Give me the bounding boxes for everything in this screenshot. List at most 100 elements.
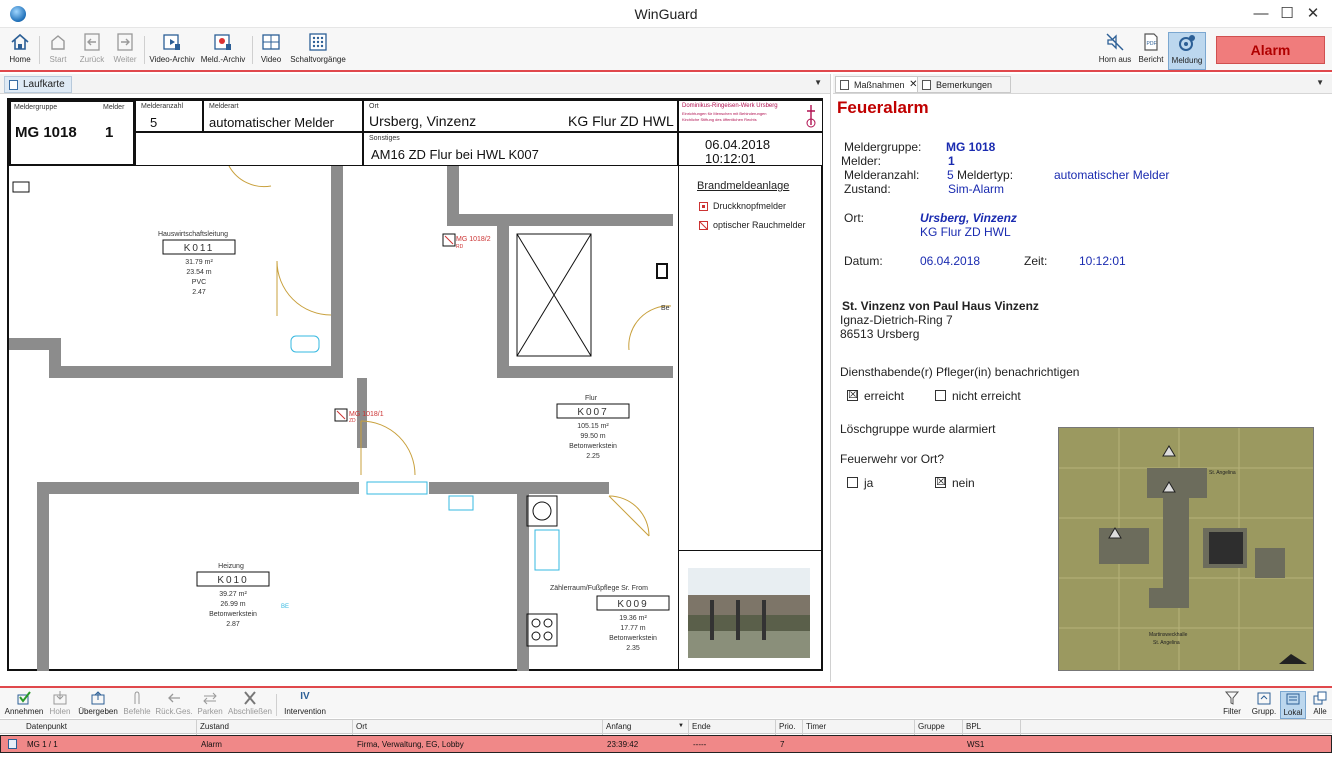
col-timer[interactable]: Timer xyxy=(806,722,826,731)
measures-panel: Maßnahmen ✕ Bemerkungen ▼ Feueralarm Mel… xyxy=(833,74,1332,682)
horn-off-button[interactable]: Horn aus xyxy=(1097,32,1133,70)
start-button[interactable]: Start xyxy=(43,32,73,70)
svg-text:Betonwerkstein: Betonwerkstein xyxy=(209,611,257,618)
svg-text:K011: K011 xyxy=(184,243,215,254)
local-icon xyxy=(1286,693,1300,705)
filter-button[interactable]: Filter xyxy=(1220,691,1244,719)
col-prio[interactable]: Prio. xyxy=(779,722,795,731)
question-fire-dept: Feuerwehr vor Ort? xyxy=(840,452,945,466)
svg-text:2.47: 2.47 xyxy=(192,289,206,296)
site-overview-map[interactable]: St. Angelina Martinsweckhalle St. Angeli… xyxy=(1058,427,1314,671)
handover-icon xyxy=(91,691,105,705)
back-button[interactable]: Zurück xyxy=(76,32,108,70)
svg-text:31.79 m²: 31.79 m² xyxy=(185,259,213,266)
col-ende[interactable]: Ende xyxy=(692,722,711,731)
svg-text:Hauswirtschaftsleitung: Hauswirtschaftsleitung xyxy=(158,231,228,238)
close-x-icon xyxy=(244,691,256,705)
laufkarte-panel: Laufkarte ▼ Meldergruppe Melder MG 1018 … xyxy=(0,74,831,682)
checkbox-nein[interactable]: ☒ xyxy=(935,477,946,488)
main-toolbar: Home Start Zurück Weiter Video-Archiv Me… xyxy=(0,28,1332,72)
notes-icon xyxy=(922,80,931,90)
laufkarte-tabbar: Laufkarte ▼ xyxy=(0,74,830,94)
push-button-detector-icon xyxy=(699,202,708,211)
svg-text:PDF: PDF xyxy=(1147,41,1157,47)
chevron-down-icon[interactable]: ▼ xyxy=(814,78,822,87)
svg-text:Be: Be xyxy=(661,305,670,312)
building-photo xyxy=(688,568,810,658)
legend-title: Brandmeldeanlage xyxy=(697,180,790,192)
video-grid-icon xyxy=(262,34,280,50)
fetch-button[interactable]: Holen xyxy=(46,691,74,719)
meld-archive-button[interactable]: Meld.-Archiv xyxy=(200,32,246,70)
header-ort-cell: Ort Ursberg, Vinzenz KG Flur ZD HWL xyxy=(363,100,678,132)
checkbox-nicht-erreicht[interactable] xyxy=(935,390,946,401)
floor-plan-drawing: MG 1018/2 RD MG 1018/1 ZD Hauswirtschaft… xyxy=(9,166,673,671)
chevron-down-icon[interactable]: ▼ xyxy=(1316,78,1324,87)
report-button[interactable]: PDF Bericht xyxy=(1136,32,1166,70)
header-empty-cell xyxy=(135,132,363,166)
col-zustand[interactable]: Zustand xyxy=(200,722,229,731)
sort-chevron-icon[interactable]: ▼ xyxy=(678,723,684,729)
all-button[interactable]: Alle xyxy=(1308,691,1332,719)
park-button[interactable]: Parken xyxy=(195,691,225,719)
accept-button[interactable]: Annehmen xyxy=(2,691,46,719)
col-ort[interactable]: Ort xyxy=(356,722,367,731)
handover-button[interactable]: Übergeben xyxy=(76,691,120,719)
tab-massnahmen[interactable]: Maßnahmen ✕ xyxy=(835,76,924,93)
svg-text:Zählerraum/Fußpflege Sr. From: Zählerraum/Fußpflege Sr. From xyxy=(550,585,648,592)
checkbox-ja[interactable] xyxy=(847,477,858,488)
value-zustand: Sim-Alarm xyxy=(948,182,1004,196)
header-meldergruppe-cell: Meldergruppe Melder MG 1018 1 xyxy=(9,100,135,166)
reset-button[interactable]: Rück.Ges. xyxy=(154,691,194,719)
minimize-icon[interactable]: — xyxy=(1247,3,1275,25)
close-alarm-button[interactable]: Abschließen xyxy=(227,691,273,719)
col-anfang[interactable]: Anfang xyxy=(606,722,631,731)
commands-button[interactable]: Befehle xyxy=(122,691,152,719)
tab-bemerkungen[interactable]: Bemerkungen xyxy=(917,76,1012,93)
video-button[interactable]: Video xyxy=(256,32,286,70)
value-datum: 06.04.2018 xyxy=(920,254,981,268)
header-logo-cell: Dominikus-Ringeisen-Werk Ursberg Einrich… xyxy=(678,100,823,132)
svg-text:K009: K009 xyxy=(617,599,648,610)
alarm-action-bar: Annehmen Holen Übergeben Befehle Rück.Ge… xyxy=(0,686,1332,719)
home-icon xyxy=(11,33,29,50)
svg-text:2.35: 2.35 xyxy=(626,645,640,652)
close-icon[interactable]: ✕ xyxy=(1299,3,1327,25)
group-button[interactable]: Grupp. xyxy=(1250,691,1278,719)
commands-icon xyxy=(134,691,140,704)
address-name: St. Vinzenz von Paul Haus Vinzenz xyxy=(842,299,1039,313)
header-datetime-cell: 06.04.2018 10:12:01 xyxy=(678,132,823,166)
filter-funnel-icon xyxy=(1224,691,1240,705)
value-ort: Ursberg, Vinzenz xyxy=(920,211,1017,225)
intervention-icon: IV xyxy=(300,691,310,702)
fetch-icon xyxy=(53,691,67,705)
question-caregiver: Diensthabende(r) Pfleger(in) benachricht… xyxy=(840,365,1080,379)
intervention-button[interactable]: IV Intervention xyxy=(280,691,330,719)
forward-button[interactable]: Weiter xyxy=(110,32,140,70)
switching-button[interactable]: Schaltvorgänge xyxy=(289,32,347,70)
alarm-button[interactable]: Alarm xyxy=(1216,36,1325,64)
video-archive-button[interactable]: Video-Archiv xyxy=(148,32,196,70)
table-row[interactable]: MG 1 / 1 Alarm Firma, Verwaltung, EG, Lo… xyxy=(0,735,1332,753)
local-button[interactable]: Lokal xyxy=(1280,691,1306,719)
tab-laufkarte[interactable]: Laufkarte xyxy=(4,76,72,93)
arrow-left-icon xyxy=(84,33,100,51)
title-bar: WinGuard — ☐ ✕ xyxy=(0,0,1332,28)
svg-text:PVC: PVC xyxy=(192,279,206,286)
col-gruppe[interactable]: Gruppe xyxy=(918,722,945,731)
maximize-icon[interactable]: ☐ xyxy=(1273,3,1301,25)
floor-plan-sheet: Meldergruppe Melder MG 1018 1 Melderanza… xyxy=(7,98,823,671)
home-button[interactable]: Home xyxy=(4,32,36,70)
col-bpl[interactable]: BPL xyxy=(966,722,981,731)
value-meldertyp: automatischer Melder xyxy=(1054,168,1170,182)
col-datenpunkt[interactable]: Datenpunkt xyxy=(26,722,67,731)
header-melderanzahl-cell: Melderanzahl 5 xyxy=(135,100,203,132)
svg-text:K007: K007 xyxy=(577,407,608,418)
header-melderart-cell: Melderart automatischer Melder xyxy=(203,100,363,132)
svg-text:MG 1018/1: MG 1018/1 xyxy=(349,411,384,418)
message-button[interactable]: Meldung xyxy=(1168,32,1206,70)
window-title: WinGuard xyxy=(634,6,698,22)
checkbox-erreicht[interactable]: ☒ xyxy=(847,390,858,401)
svg-text:MG 1018/2: MG 1018/2 xyxy=(456,236,491,243)
switch-panel-icon xyxy=(309,33,327,51)
